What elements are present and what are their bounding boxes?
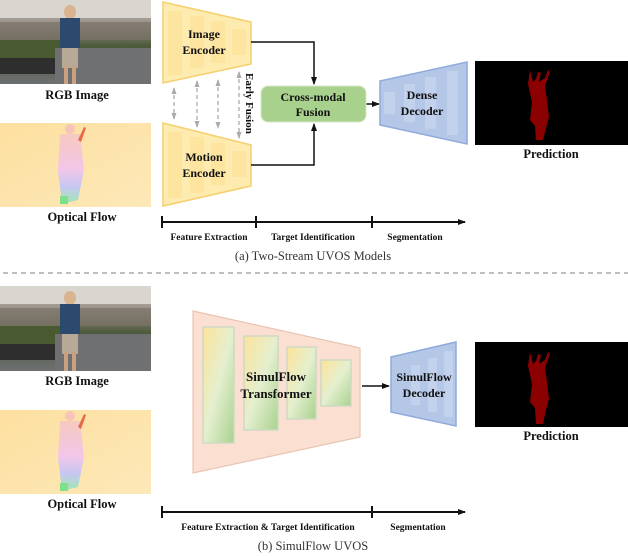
image-encoder-label-1: Image [188,27,221,41]
architecture-diagram: RGB Image Optical Flow Image Encoder Mot… [0,0,628,553]
decoder-label-1: Dense [407,88,438,102]
simulflow-transformer: SimulFlow Transformer [192,310,361,474]
simulflow-decoder-label-2: Decoder [403,386,446,400]
timeline-a [161,216,466,228]
caption-a: (a) Two-Stream UVOS Models [235,249,391,263]
timeline-a-stage-2: Target Identification [271,233,356,243]
timeline-a-stage-1: Feature Extraction [170,233,248,243]
motion-encoder-label-2: Encoder [182,166,226,180]
optical-flow-label-b: Optical Flow [47,497,116,511]
fusion-label-2: Fusion [296,105,331,119]
panel-b: RGB Image Optical Flow SimulFlow Transfo… [0,286,628,553]
transformer-label-2: Transformer [240,386,311,401]
prediction-label-b: Prediction [523,429,578,443]
decoder-label-2: Decoder [401,104,444,118]
rgb-image-b [0,286,151,371]
timeline-b-stage-1: Feature Extraction & Target Identificati… [181,523,355,533]
rgb-image-label-a: RGB Image [45,88,109,102]
image-encoder-connector [251,41,317,85]
optical-flow-image-b [0,410,151,494]
optical-flow-image-a [0,123,151,207]
simulflow-decoder-label-1: SimulFlow [396,370,452,384]
transformer-label-1: SimulFlow [246,369,307,384]
timeline-a-stage-3: Segmentation [387,233,443,243]
image-encoder-label-2: Encoder [182,43,226,57]
caption-b: (b) SimulFlow UVOS [258,539,368,553]
motion-encoder: Motion Encoder [162,122,252,207]
dense-decoder: Dense Decoder [379,61,468,145]
simulflow-decoder: SimulFlow Decoder [390,341,457,427]
timeline-b-stage-2: Segmentation [390,523,446,533]
fusion-label-1: Cross-modal [280,90,346,104]
cross-modal-fusion-block: Cross-modal Fusion [260,85,367,123]
rgb-image-label-b: RGB Image [45,374,109,388]
prediction-mask-a [475,61,628,145]
prediction-mask-b [475,342,628,427]
prediction-label-a: Prediction [523,147,578,161]
optical-flow-label-a: Optical Flow [47,210,116,224]
motion-encoder-label-1: Motion [185,150,223,164]
timeline-b [161,506,466,518]
motion-encoder-connector [251,123,317,166]
image-encoder: Image Encoder [162,1,252,84]
early-fusion-label: Early Fusion [243,73,255,134]
rgb-image-a [0,0,151,84]
panel-a: RGB Image Optical Flow Image Encoder Mot… [0,0,628,263]
